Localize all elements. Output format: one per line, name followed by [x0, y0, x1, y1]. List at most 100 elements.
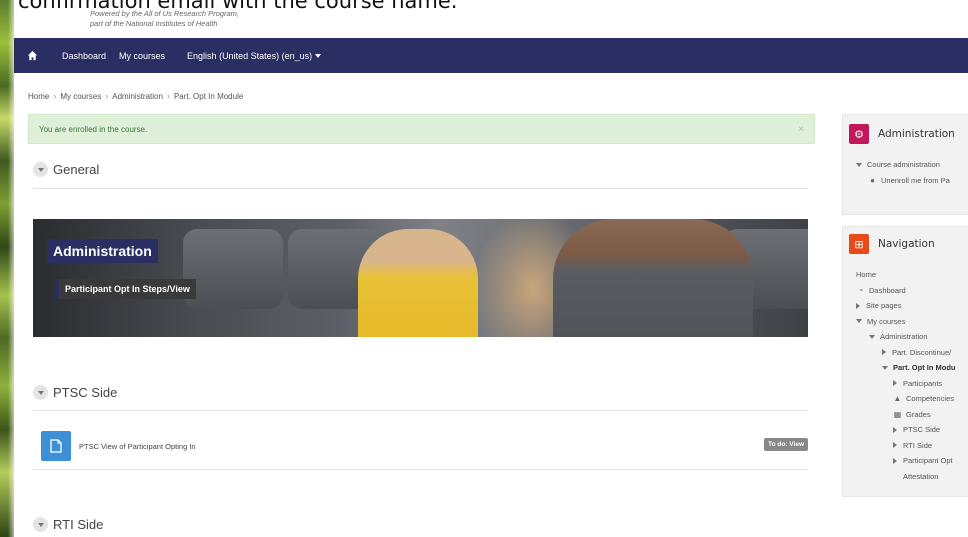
dashboard-icon: ◔ [858, 285, 863, 295]
divider [33, 188, 808, 189]
divider [33, 469, 808, 470]
chevron-right-icon: › [166, 91, 170, 101]
grades-table-icon: ▦ [893, 409, 902, 419]
user-icon: ● [870, 175, 875, 185]
branding: Powered by the All of Us Research Progra… [90, 9, 239, 29]
block-header: ⊞ Navigation [843, 229, 968, 259]
language-label: English (United States) (en_us) [187, 50, 313, 61]
nav-tree: Home ◔ Dashboard Site pages My courses Ad… [843, 267, 968, 484]
nav-my-courses[interactable]: My courses [119, 51, 165, 61]
activity-link[interactable]: PTSC View of Participant Opting In [79, 442, 196, 451]
chevron-right-icon: › [53, 91, 57, 101]
todo-badge: To do: View [764, 438, 808, 451]
tree-label: Home [856, 270, 877, 279]
nav-dashboard[interactable]: ◔ Dashboard [856, 283, 968, 299]
breadcrumb: Home › My courses › Administration › Par… [28, 91, 243, 101]
tree-label: Dashboard [869, 285, 906, 295]
breadcrumb-administration[interactable]: Administration [112, 92, 163, 101]
collapse-toggle-icon[interactable] [33, 517, 48, 532]
top-navbar: Dashboard My courses English (United Sta… [14, 38, 968, 73]
expanded-icon [856, 162, 862, 167]
chevron-right-icon: › [105, 91, 109, 101]
nav-rti-side[interactable]: RTI Side [856, 438, 968, 454]
nav-competencies[interactable]: ▲ Competencies [856, 391, 968, 407]
gears-icon: ⚙ [849, 124, 869, 144]
nav-participant-opt[interactable]: Participant Opt [856, 453, 968, 469]
caret-down-icon [315, 54, 322, 59]
expanded-icon [869, 334, 875, 339]
tree-label: Site pages [866, 301, 902, 310]
section-title-rti[interactable]: RTI Side [53, 517, 103, 532]
tree-label: PTSC Side [903, 425, 941, 434]
block-header: ⚙ Administration [843, 119, 968, 149]
section-general: General [33, 162, 99, 177]
nav-home[interactable]: Home [856, 267, 968, 283]
tree-label: Attestation [903, 471, 939, 481]
administration-block: ⚙ Administration Course administration ●… [842, 114, 968, 215]
collapsed-icon [882, 349, 886, 356]
collapsed-icon [893, 380, 897, 387]
tree-label: Participant Opt [903, 456, 953, 465]
tree-label: Grades [906, 409, 931, 419]
nav-site-pages[interactable]: Site pages [856, 298, 968, 314]
banner-cushion [183, 229, 283, 309]
tree-label: Course administration [867, 160, 940, 169]
branding-line-1: Powered by the All of Us Research Progra… [90, 9, 239, 18]
close-icon[interactable]: × [798, 124, 804, 135]
home-icon [27, 50, 37, 61]
home-button[interactable] [14, 38, 50, 73]
nav-my-courses[interactable]: My courses [856, 314, 968, 330]
nav-discontinue[interactable]: Part. Discontinue/ [856, 345, 968, 361]
navigation-block: ⊞ Navigation Home ◔ Dashboard Site pages … [842, 226, 968, 497]
nav-opt-in[interactable]: Part. Opt In Modu [856, 360, 968, 376]
decorative-leaf-edge [0, 0, 14, 537]
language-menu[interactable]: English (United States) (en_us) [187, 50, 322, 61]
banner-person [358, 229, 478, 337]
block-title: Administration [878, 128, 955, 140]
tree-label: Competencies [906, 394, 954, 403]
section-ptsc: PTSC Side [33, 385, 117, 400]
admin-tree: Course administration ● Unenroll me from … [843, 157, 968, 188]
banner-title: Administration [47, 239, 158, 263]
tree-item-course-admin[interactable]: Course administration [856, 157, 968, 173]
collapsed-icon [893, 457, 897, 464]
tree-label: Participants [903, 378, 943, 388]
section-title-ptsc[interactable]: PTSC Side [53, 385, 117, 400]
nav-grades[interactable]: ▦ Grades [856, 407, 968, 423]
block-title: Navigation [878, 238, 935, 250]
expanded-icon [882, 365, 888, 370]
tree-label: My courses [867, 316, 906, 326]
breadcrumb-current[interactable]: Part. Opt In Module [174, 92, 243, 101]
branding-line-2: part of the National Institutes of Healt… [90, 19, 218, 28]
nav-dashboard[interactable]: Dashboard [62, 51, 106, 61]
banner-subtitle: Participant Opt In Steps/View [56, 279, 196, 299]
collapse-toggle-icon[interactable] [33, 162, 48, 177]
breadcrumb-my-courses[interactable]: My courses [60, 92, 101, 101]
document-icon [50, 439, 62, 453]
nav-participants[interactable]: Participants [856, 376, 968, 392]
tree-item-unenroll[interactable]: ● Unenroll me from Pa [856, 173, 968, 189]
nav-ptsc-side[interactable]: PTSC Side [856, 422, 968, 438]
tree-label: Part. Discontinue/ [892, 347, 952, 357]
alert-message: You are enrolled in the course. [39, 124, 148, 134]
course-banner: Administration Participant Opt In Steps/… [33, 219, 808, 337]
nav-administration[interactable]: Administration [856, 329, 968, 345]
sitemap-icon: ⊞ [849, 234, 869, 254]
collapsed-icon [893, 426, 897, 433]
tree-label: Part. Opt In Modu [893, 363, 956, 372]
expanded-icon [856, 319, 862, 324]
collapsed-icon [893, 442, 897, 449]
collapsed-icon [856, 302, 860, 309]
tree-label: Unenroll me from Pa [881, 175, 950, 185]
page-icon [41, 431, 71, 461]
nav-attestation[interactable]: Attestation [856, 469, 968, 485]
breadcrumb-home[interactable]: Home [28, 92, 49, 101]
enrolled-alert: You are enrolled in the course. × [28, 114, 815, 144]
tree-label: RTI Side [903, 440, 933, 450]
section-title-general[interactable]: General [53, 162, 99, 177]
divider [33, 410, 808, 411]
section-rti: RTI Side [33, 517, 103, 532]
tree-label: Administration [880, 332, 928, 341]
activity-item[interactable]: PTSC View of Participant Opting In To do… [33, 423, 808, 469]
collapse-toggle-icon[interactable] [33, 385, 48, 400]
